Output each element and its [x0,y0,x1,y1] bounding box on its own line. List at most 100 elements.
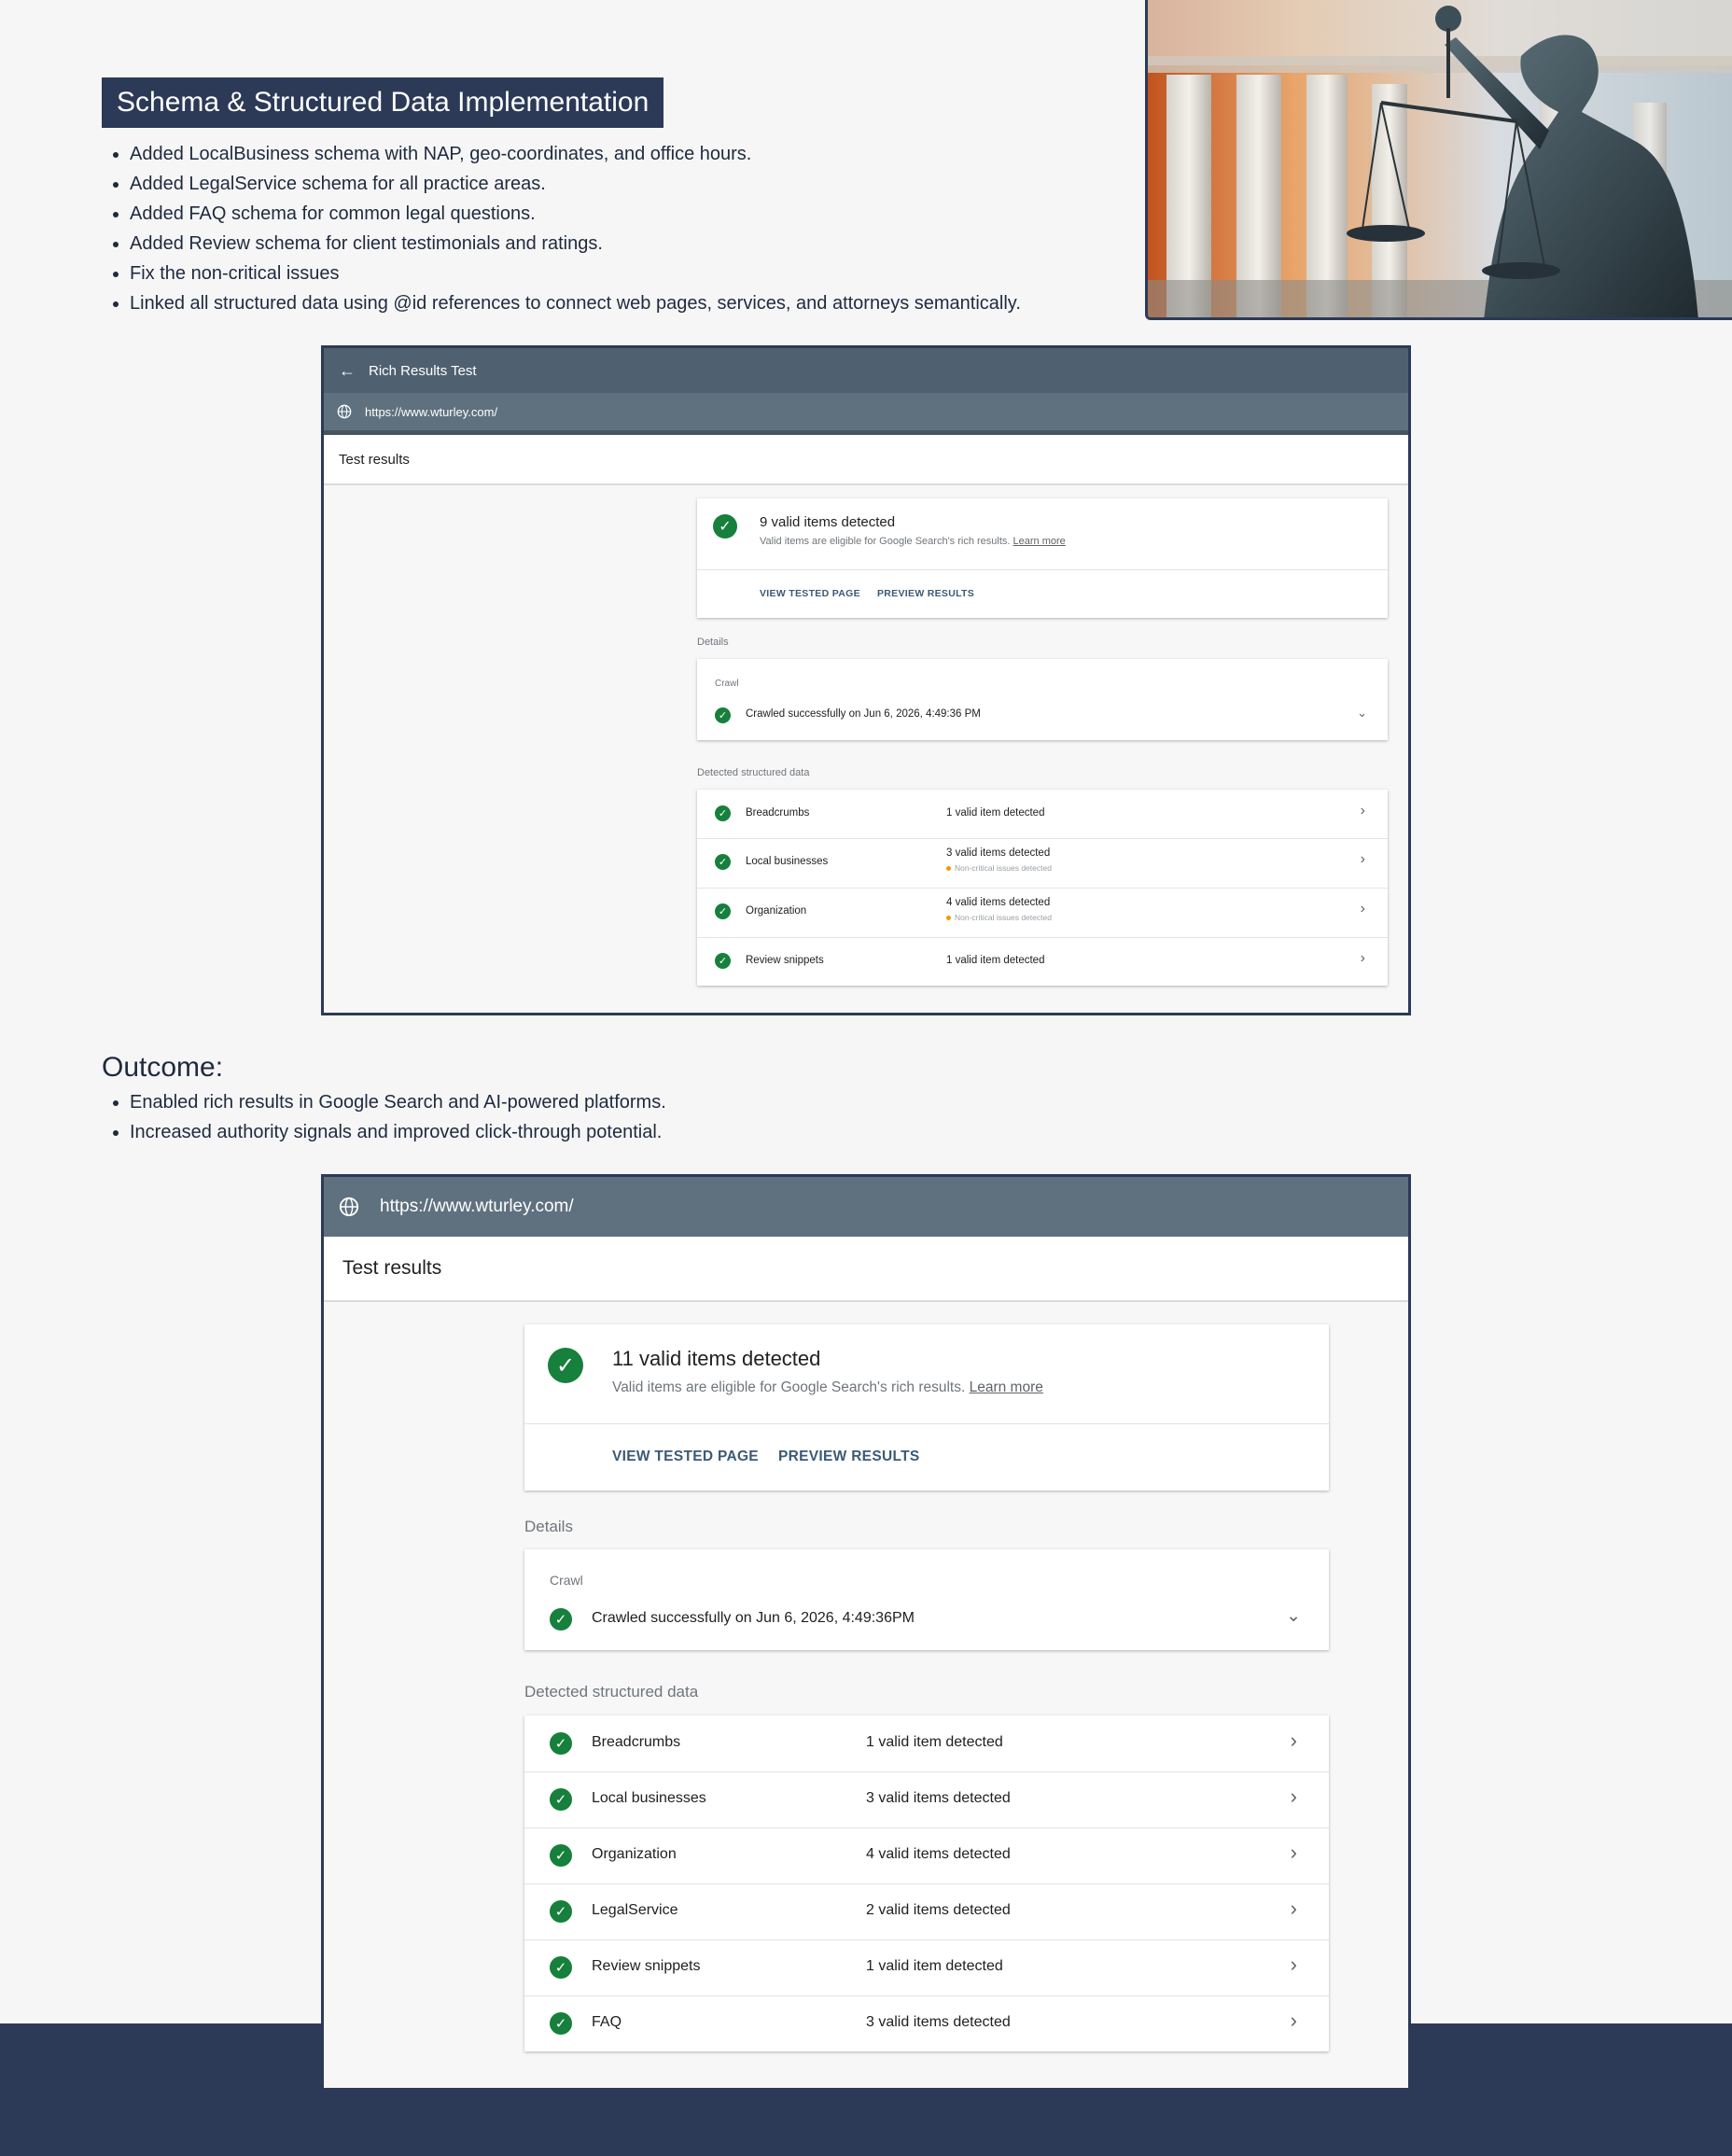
outcome-list: Enabled rich results in Google Search an… [110,1087,666,1147]
chevron-down-icon[interactable]: ⌄ [1357,706,1367,721]
list-item[interactable]: ✓ Local businesses 3 valid items detecte… [697,838,1388,889]
chevron-right-icon[interactable]: › [1291,2009,1297,2033]
preview-results-button[interactable]: PREVIEW RESULTS [778,1449,919,1465]
item-count: 4 valid items detected [946,897,1051,908]
item-name: Review snippets [746,955,824,966]
chevron-right-icon[interactable]: › [1361,901,1365,917]
check-circle-icon: ✓ [550,1844,572,1867]
details-label: Details [697,637,729,648]
detected-items-card: ✓ Breadcrumbs 1 valid item detected › ✓ … [697,790,1388,986]
check-circle-icon: ✓ [550,1788,572,1811]
item-count: 1 valid item detected [866,1734,1003,1750]
results-area: ✓ 11 valid items detected Valid items ar… [324,1302,1408,2088]
list-item[interactable]: ✓ Organization 4 valid items detected No… [697,888,1388,938]
view-tested-page-button[interactable]: VIEW TESTED PAGE [612,1449,759,1465]
list-item[interactable]: ✓ Organization 4 valid items detected › [524,1827,1329,1884]
crawl-label: Crawl [550,1573,583,1588]
list-item: Added LocalBusiness schema with NAP, geo… [130,139,1021,169]
app-title: Rich Results Test [369,362,477,379]
url-bar: https://www.wturley.com/ [324,1177,1408,1237]
tested-url[interactable]: https://www.wturley.com/ [365,405,497,419]
preview-results-button[interactable]: PREVIEW RESULTS [877,588,974,599]
lady-justice-photo [1145,0,1732,320]
list-item[interactable]: ✓ FAQ 3 valid items detected › [524,1995,1329,2051]
summary-title: 9 valid items detected [760,514,896,530]
item-count: 2 valid items detected [866,1902,1011,1918]
item-count: 3 valid items detected [866,2014,1011,2030]
list-item[interactable]: ✓ LegalService 2 valid items detected › [524,1883,1329,1940]
crawl-status: Crawled successfully on Jun 6, 2026, 4:4… [746,708,981,720]
warning-note-text: Non-critical issues detected [955,913,1052,922]
list-item: Fix the non-critical issues [130,259,1021,288]
list-item[interactable]: ✓ Review snippets 1 valid item detected … [697,937,1388,986]
tab-test-results[interactable]: Test results [324,435,1408,485]
divider [524,1423,1329,1424]
list-item: Increased authority signals and improved… [130,1117,666,1147]
item-count: 3 valid items detected [946,847,1051,859]
check-circle-icon: ✓ [550,1608,572,1631]
chevron-right-icon[interactable]: › [1291,1729,1297,1753]
crawl-card[interactable]: Crawl ✓ Crawled successfully on Jun 6, 2… [697,659,1388,740]
list-item: Enabled rich results in Google Search an… [130,1087,666,1117]
learn-more-link[interactable]: Learn more [1013,536,1066,547]
summary-title: 11 valid items detected [612,1347,821,1370]
section-title: Schema & Structured Data Implementation [102,77,664,128]
check-circle-icon: ✓ [715,805,731,821]
details-label: Details [524,1518,573,1535]
chevron-right-icon[interactable]: › [1361,851,1365,868]
crawl-status: Crawled successfully on Jun 6, 2026, 4:4… [592,1610,915,1626]
item-name: LegalService [592,1902,678,1918]
detected-items-card: ✓ Breadcrumbs 1 valid item detected › ✓ … [524,1715,1329,2051]
outcome-title: Outcome: [102,1052,224,1083]
learn-more-link[interactable]: Learn more [970,1379,1043,1395]
list-item: Added LegalService schema for all practi… [130,169,1021,199]
chevron-right-icon[interactable]: › [1291,1841,1297,1865]
divider [697,569,1388,570]
item-count: 3 valid items detected [866,1790,1011,1806]
list-item[interactable]: ✓ Local businesses 3 valid items detecte… [524,1771,1329,1828]
rich-results-test-screenshot-1: ← Rich Results Test https://www.wturley.… [321,345,1411,1015]
list-item[interactable]: ✓ Breadcrumbs 1 valid item detected › [697,790,1388,839]
summary-subtitle-text: Valid items are eligible for Google Sear… [760,536,1011,547]
warning-note: Non-critical issues detected [946,913,1052,922]
tab-test-results[interactable]: Test results [324,1237,1408,1302]
check-circle-icon: ✓ [550,2012,572,2035]
item-name: Review snippets [592,1958,701,1974]
summary-card: ✓ 9 valid items detected Valid items are… [697,498,1388,618]
item-count: 1 valid item detected [866,1958,1003,1974]
crawl-label: Crawl [715,679,739,689]
list-item: Added FAQ schema for common legal questi… [130,199,1021,229]
list-item: Linked all structured data using @id ref… [130,288,1021,318]
rich-results-test-screenshot-2: https://www.wturley.com/ Test results ✓ … [321,1174,1411,2091]
item-name: Local businesses [592,1790,706,1806]
chevron-right-icon[interactable]: › [1291,1785,1297,1809]
item-name: Breadcrumbs [746,807,810,819]
chevron-right-icon[interactable]: › [1361,803,1365,819]
tested-url[interactable]: https://www.wturley.com/ [380,1197,574,1217]
check-circle-icon: ✓ [550,1900,572,1923]
arrow-back-icon[interactable]: ← [339,362,356,379]
check-circle-icon: ✓ [550,1732,572,1755]
crawl-card[interactable]: Crawl ✓ Crawled successfully on Jun 6, 2… [524,1549,1329,1650]
detected-structured-data-label: Detected structured data [697,767,810,778]
chevron-right-icon[interactable]: › [1291,1897,1297,1921]
check-circle-icon: ✓ [713,514,737,539]
item-name: Local businesses [746,856,829,867]
list-item[interactable]: ✓ Breadcrumbs 1 valid item detected › [524,1715,1329,1772]
warning-dot-icon [946,916,951,921]
check-circle-icon: ✓ [715,953,731,969]
summary-subtitle: Valid items are eligible for Google Sear… [612,1379,1043,1396]
results-area: ✓ 9 valid items detected Valid items are… [324,485,1408,1013]
chevron-right-icon[interactable]: › [1291,1953,1297,1977]
view-tested-page-button[interactable]: VIEW TESTED PAGE [760,588,860,599]
detected-structured-data-label: Detected structured data [524,1683,699,1701]
warning-dot-icon [946,866,951,872]
globe-icon [339,1197,359,1217]
summary-subtitle: Valid items are eligible for Google Sear… [760,536,1066,547]
chevron-right-icon[interactable]: › [1361,950,1365,967]
list-item[interactable]: ✓ Review snippets 1 valid item detected … [524,1939,1329,1996]
check-circle-icon: ✓ [715,903,731,919]
item-name: Organization [592,1846,677,1862]
chevron-down-icon[interactable]: ⌄ [1286,1605,1301,1627]
item-count: 1 valid item detected [946,955,1045,966]
